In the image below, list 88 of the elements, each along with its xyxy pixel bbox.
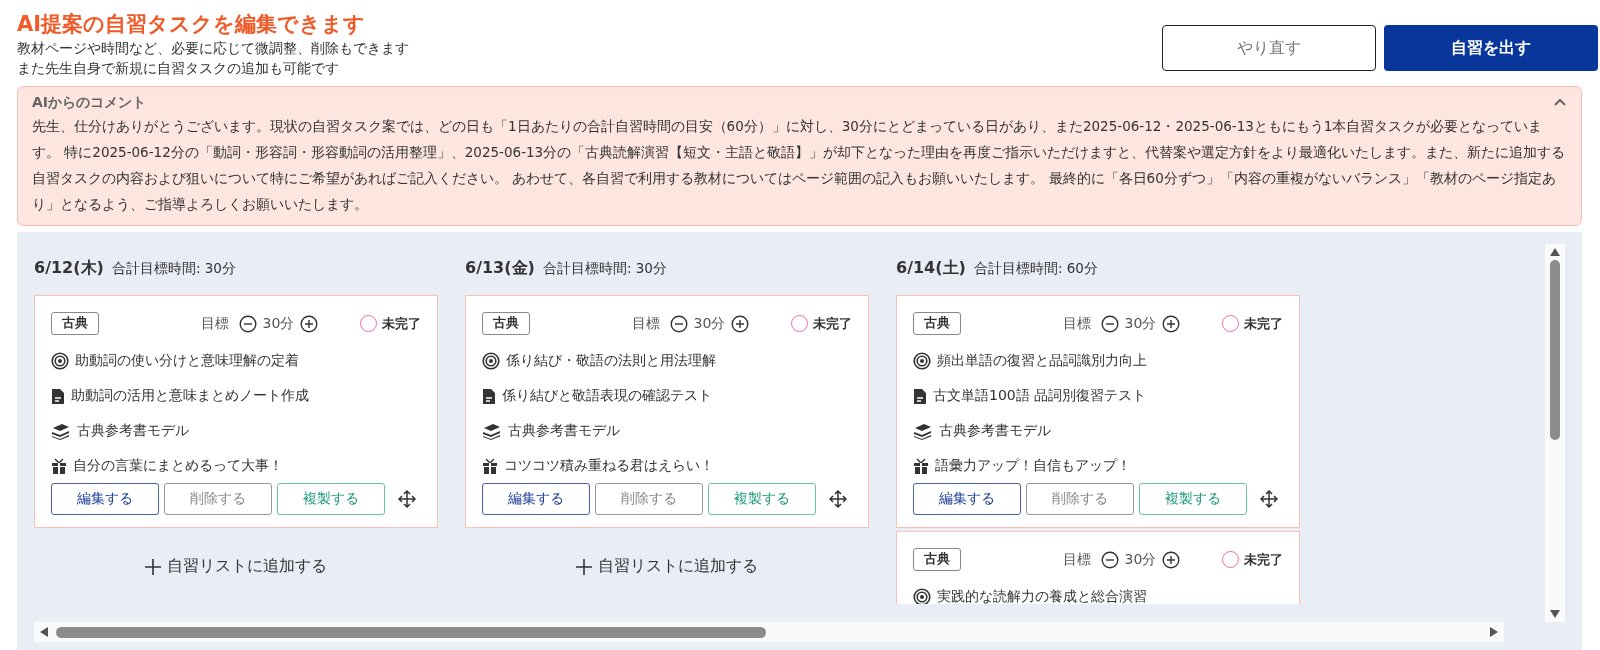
minutes-value: 30分 [262, 314, 295, 333]
minutes-value: 30分 [693, 314, 726, 333]
task-text: 古文単語100語 品詞別復習テスト [933, 387, 1147, 405]
target-icon [482, 352, 500, 370]
document-icon [51, 387, 65, 405]
comment-text: 先生、仕分けありがとうございます。現状の自習タスク案では、どの日も「1日あたりの合計自習時間の目安（60分）」に対し、30分にとどまっている日があり、また2025-06-12・2025-06-13ともにもう1本自習タスクが必要となっています。 特に2025-06-12分の「動詞・形容詞・形容動詞の活用整理」、2025-06-13分の「古典読解演習【短文・主語と敬語】」が却下となった理由を再度ご指示いただけますと、代替案や選定方針をより最適化いたします。また、新たに追加する自習タスクの内容および狙いについて特にご希望があればご記入ください。 あわせて、各自習で利用する教材についてはページ範囲の記入もお願いいたします。 最終的に「各日60分ずつ」「内容の重複がないバランス」「教材のページ指定あり」となるよう、ご指導よろしくお願いいたします。 [32, 117, 1567, 214]
target-icon [913, 352, 931, 370]
day-total-time: 合計目標時間: 30分 [111, 260, 236, 278]
target-label: 目標 [200, 314, 229, 333]
redo-button[interactable]: やり直す [1162, 25, 1376, 71]
minutes-value: 30分 [1124, 314, 1157, 333]
move-handle-icon[interactable] [1260, 490, 1278, 508]
material-text: 古典参考書モデル [508, 422, 620, 440]
subtitle-text: 教材ページや時間など、必要に応じて微調整、削除もできます [17, 39, 409, 58]
status-label: 未完了 [813, 314, 852, 333]
target-label: 目標 [1062, 550, 1091, 569]
status-label: 未完了 [1244, 314, 1283, 333]
day-total-time: 合計目標時間: 30分 [542, 260, 667, 278]
copy-button[interactable]: 複製する [1139, 483, 1247, 515]
gift-icon [51, 457, 67, 475]
subject-tag: 古典 [913, 548, 961, 571]
gift-icon [482, 457, 498, 475]
move-handle-icon[interactable] [398, 490, 416, 508]
goal-text: 助動詞の使い分けと意味理解の定着 [75, 352, 299, 370]
plus-circle-icon[interactable] [300, 314, 319, 333]
books-icon [482, 422, 502, 440]
minus-circle-icon[interactable] [238, 314, 257, 333]
plus-circle-icon[interactable] [1162, 550, 1181, 569]
material-text: 古典参考書モデル [77, 422, 189, 440]
subject-tag: 古典 [51, 312, 99, 335]
plus-icon [145, 558, 161, 575]
books-icon [913, 422, 933, 440]
minus-circle-icon[interactable] [1100, 550, 1119, 569]
scroll-up-arrow-icon[interactable] [1550, 248, 1560, 256]
page-title: AI提案の自習タスクを編集できます [17, 11, 367, 38]
target-label: 目標 [631, 314, 660, 333]
gift-icon [913, 457, 929, 475]
vertical-scrollbar[interactable] [1545, 244, 1565, 622]
goal-text: 係り結び・敬語の法則と用法理解 [506, 352, 716, 370]
plus-icon [576, 558, 592, 575]
minutes-value: 30分 [1124, 550, 1157, 569]
target-icon [913, 588, 931, 604]
task-text: 助動詞の活用と意味まとめノート作成 [71, 387, 309, 405]
horizontal-scrollbar[interactable] [34, 622, 1504, 642]
edit-button[interactable]: 編集する [482, 483, 590, 515]
comment-title: AIからのコメント [32, 93, 147, 112]
copy-button[interactable]: 複製する [277, 483, 385, 515]
day-date: 6/13(金) [465, 258, 535, 279]
edit-button[interactable]: 編集する [913, 483, 1021, 515]
subject-tag: 古典 [913, 312, 961, 335]
target-icon [51, 352, 69, 370]
move-handle-icon[interactable] [829, 490, 847, 508]
add-task-button[interactable]: 自習リストに追加する [139, 555, 333, 578]
plus-circle-icon[interactable] [1162, 314, 1181, 333]
scroll-thumb[interactable] [1550, 260, 1560, 440]
subject-tag: 古典 [482, 312, 530, 335]
minus-circle-icon[interactable] [1100, 314, 1119, 333]
minus-circle-icon[interactable] [669, 314, 688, 333]
scroll-right-arrow-icon[interactable] [1490, 627, 1498, 637]
day-date: 6/12(木) [34, 258, 104, 279]
subtitle-text: また先生自身で新規に自習タスクの追加も可能です [17, 59, 340, 78]
status-label: 未完了 [1244, 550, 1283, 569]
goal-text: 実践的な読解力の養成と総合演習 [937, 588, 1147, 604]
day-total-time: 合計目標時間: 60分 [973, 260, 1098, 278]
delete-button[interactable]: 削除する [1026, 483, 1134, 515]
scroll-thumb[interactable] [56, 626, 766, 638]
add-task-button[interactable]: 自習リストに追加する [570, 555, 764, 578]
document-icon [482, 387, 496, 405]
document-icon [913, 387, 927, 405]
scroll-down-arrow-icon[interactable] [1550, 610, 1560, 618]
material-text: 古典参考書モデル [939, 422, 1051, 440]
edit-button[interactable]: 編集する [51, 483, 159, 515]
books-icon [51, 422, 71, 440]
target-label: 目標 [1062, 314, 1091, 333]
message-text: コツコツ積み重ねる君はえらい！ [504, 457, 714, 475]
status-label: 未完了 [382, 314, 421, 333]
delete-button[interactable]: 削除する [164, 483, 272, 515]
goal-text: 頻出単語の復習と品詞識別力向上 [937, 352, 1147, 370]
submit-button[interactable]: 自習を出す [1384, 25, 1598, 71]
copy-button[interactable]: 複製する [708, 483, 816, 515]
task-text: 係り結びと敬語表現の確認テスト [502, 387, 712, 405]
message-text: 語彙力アップ！自信もアップ！ [935, 457, 1131, 475]
message-text: 自分の言葉にまとめるって大事！ [73, 457, 283, 475]
scroll-left-arrow-icon[interactable] [40, 627, 48, 637]
delete-button[interactable]: 削除する [595, 483, 703, 515]
plus-circle-icon[interactable] [731, 314, 750, 333]
collapse-chevron-icon[interactable] [1553, 97, 1567, 107]
day-date: 6/14(土) [896, 258, 966, 279]
